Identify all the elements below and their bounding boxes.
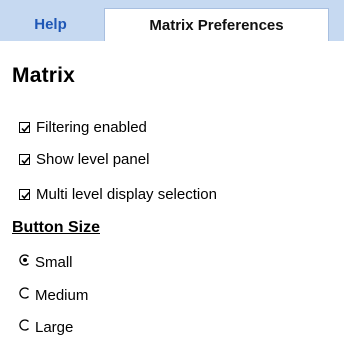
checkmark-icon xyxy=(21,156,30,164)
tab-bar: Help Matrix Preferences xyxy=(0,0,344,41)
radio-unselected-icon xyxy=(19,319,29,331)
button-size-medium-option[interactable]: Medium xyxy=(19,285,88,305)
show-level-panel-checkbox[interactable] xyxy=(19,153,30,165)
button-size-heading: Button Size xyxy=(12,219,100,236)
show-level-panel-label: Show level panel xyxy=(36,150,150,168)
button-size-small-option[interactable]: Small xyxy=(19,252,73,272)
checkmark-icon xyxy=(21,124,30,132)
multi-level-display-selection-checkbox[interactable] xyxy=(19,188,30,200)
multi-level-display-selection-label: Multi level display selection xyxy=(36,185,217,203)
radio-unselected-icon xyxy=(19,287,29,299)
button-size-large-radio[interactable] xyxy=(19,318,31,331)
checkmark-icon xyxy=(21,191,30,199)
tab-matrix-preferences[interactable]: Matrix Preferences xyxy=(104,8,329,41)
section-title: Matrix xyxy=(12,64,76,87)
tab-help[interactable]: Help xyxy=(0,8,101,41)
filtering-enabled-checkbox[interactable] xyxy=(19,121,30,133)
filtering-enabled-label: Filtering enabled xyxy=(36,118,147,136)
multi-level-display-selection-option[interactable]: Multi level display selection xyxy=(19,184,217,204)
button-size-large-option[interactable]: Large xyxy=(19,317,73,337)
button-size-small-label: Small xyxy=(35,253,73,271)
button-size-medium-radio[interactable] xyxy=(19,286,31,299)
tab-matrix-preferences-label: Matrix Preferences xyxy=(149,16,284,34)
radio-selected-icon xyxy=(19,254,29,266)
filtering-enabled-option[interactable]: Filtering enabled xyxy=(19,117,147,137)
show-level-panel-option[interactable]: Show level panel xyxy=(19,149,149,169)
button-size-medium-label: Medium xyxy=(35,286,89,304)
button-size-large-label: Large xyxy=(35,318,74,336)
tab-help-label: Help xyxy=(34,16,67,33)
button-size-small-radio[interactable] xyxy=(19,253,31,266)
